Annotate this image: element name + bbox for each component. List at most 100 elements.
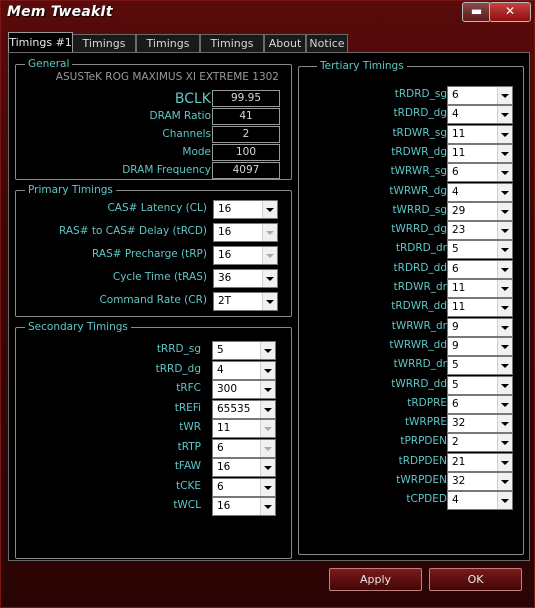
tab-timings-4[interactable]: Timings #4 — [200, 34, 264, 67]
chevron-down-icon[interactable] — [497, 87, 512, 104]
chevron-down-icon[interactable] — [262, 293, 277, 310]
tertiary-select-twrrd-dd[interactable]: 5 — [447, 375, 513, 395]
tertiary-label-twrrd-dg: tWRRD_dg — [391, 223, 447, 236]
channels-label: Channels — [162, 128, 211, 140]
chevron-down-icon[interactable] — [260, 440, 275, 457]
chevron-down-icon[interactable] — [497, 395, 512, 413]
chevron-down-icon[interactable] — [260, 342, 275, 359]
tertiary-select-trdrd-dd[interactable]: 6 — [447, 259, 513, 279]
chevron-down-icon[interactable] — [497, 222, 512, 240]
apply-button[interactable]: Apply — [329, 568, 422, 591]
tertiary-timings-title: Tertiary Timings — [317, 59, 407, 73]
trrd-dg-select[interactable]: 4 — [212, 361, 276, 380]
tab-timings-3[interactable]: Timings #3 — [136, 34, 200, 67]
chevron-down-icon[interactable] — [497, 280, 512, 297]
trtp-select[interactable]: 6 — [212, 439, 276, 458]
tertiary-select-trdpden[interactable]: 21 — [447, 452, 513, 472]
tertiary-select-trdrd-dr[interactable]: 5 — [447, 240, 513, 260]
tcke-select[interactable]: 6 — [212, 478, 276, 497]
chevron-down-icon[interactable] — [497, 183, 512, 201]
tras-select[interactable]: 36 — [213, 269, 278, 288]
tertiary-select-twrwr-dr[interactable]: 9 — [447, 317, 513, 337]
tertiary-select-tcpded[interactable]: 4 — [447, 491, 513, 511]
tertiary-select-trdwr-dg[interactable]: 11 — [447, 143, 513, 163]
chevron-down-icon[interactable] — [497, 492, 512, 510]
tertiary-select-tprpden[interactable]: 2 — [447, 433, 513, 453]
chevron-down-icon[interactable] — [497, 473, 512, 490]
trrd-sg-select[interactable]: 5 — [212, 341, 276, 360]
tertiary-select-trdwr-dd[interactable]: 11 — [447, 298, 513, 318]
tertiary-label-twrpden: tWRPDEN — [396, 474, 447, 486]
chevron-down-icon[interactable] — [262, 224, 277, 241]
chevron-down-icon[interactable] — [497, 415, 512, 433]
chevron-down-icon[interactable] — [260, 362, 275, 379]
tertiary-select-twrrd-sg[interactable]: 29 — [447, 201, 513, 221]
chevron-down-icon[interactable] — [497, 144, 512, 162]
tab-timings-2[interactable]: Timings #2 — [72, 34, 136, 67]
tfaw-select[interactable]: 16 — [212, 458, 276, 477]
chevron-down-icon[interactable] — [260, 401, 275, 418]
window-title: Mem TweakIt — [7, 4, 113, 20]
tertiary-select-twrwr-sg[interactable]: 6 — [447, 163, 513, 183]
chevron-down-icon[interactable] — [497, 202, 512, 220]
tertiary-label-trdrd-dg: tRDRD_dg — [393, 107, 447, 120]
trcd-select[interactable]: 16 — [213, 223, 278, 242]
tab-notice[interactable]: Notice — [306, 34, 348, 52]
cas-latency-select[interactable]: 16 — [213, 200, 278, 219]
chevron-down-icon[interactable] — [497, 453, 512, 471]
dram-ratio-value: 41 — [212, 108, 280, 125]
twr-select[interactable]: 11 — [212, 419, 276, 438]
trefi-select[interactable]: 65535 — [212, 400, 276, 419]
chevron-down-icon[interactable] — [262, 201, 277, 218]
tertiary-select-trdpre[interactable]: 6 — [447, 394, 513, 414]
tertiary-label-twrrd-sg: tWRRD_sg — [392, 203, 447, 216]
chevron-down-icon[interactable] — [497, 434, 512, 452]
tab-about[interactable]: About — [264, 34, 306, 52]
twcl-select[interactable]: 16 — [212, 497, 276, 516]
dram-frequency-label: DRAM Frequency — [122, 164, 211, 176]
chevron-down-icon[interactable] — [497, 125, 512, 143]
chevron-down-icon[interactable] — [497, 318, 512, 336]
tertiary-select-trdwr-dr[interactable]: 11 — [447, 279, 513, 298]
trcd-label: RAS# to CAS# Delay (tRCD) — [59, 225, 207, 237]
tertiary-select-twrrd-dg[interactable]: 23 — [447, 221, 513, 241]
tertiary-value: 23 — [452, 224, 466, 237]
chevron-down-icon[interactable] — [260, 459, 275, 476]
dram-ratio-label: DRAM Ratio — [149, 110, 212, 122]
chevron-down-icon[interactable] — [497, 299, 512, 317]
tertiary-select-twrrd-dr[interactable]: 5 — [447, 356, 513, 376]
chevron-down-icon[interactable] — [497, 376, 512, 394]
tertiary-value: 32 — [452, 475, 466, 487]
chevron-down-icon[interactable] — [497, 106, 512, 124]
command-rate-select[interactable]: 2T — [213, 292, 278, 311]
chevron-down-icon[interactable] — [497, 260, 512, 278]
tertiary-label-twrrd-dd: tWRRD_dd — [391, 377, 447, 390]
tertiary-select-twrwr-dg[interactable]: 4 — [447, 182, 513, 202]
chevron-down-icon[interactable] — [262, 270, 277, 287]
close-button[interactable]: ✕ — [489, 2, 531, 22]
chevron-down-icon[interactable] — [262, 247, 277, 264]
chevron-down-icon[interactable] — [260, 498, 275, 515]
minimize-button[interactable]: ▬ — [462, 2, 491, 22]
chevron-down-icon[interactable] — [260, 381, 275, 398]
chevron-down-icon[interactable] — [260, 479, 275, 496]
trfc-select[interactable]: 300 — [212, 380, 276, 399]
tertiary-select-twrwr-dd[interactable]: 9 — [447, 336, 513, 356]
tertiary-select-trdwr-sg[interactable]: 11 — [447, 124, 513, 144]
chevron-down-icon[interactable] — [497, 357, 512, 375]
title-bar[interactable]: Mem TweakIt ▬ ✕ — [0, 0, 535, 26]
tertiary-select-twrpre[interactable]: 32 — [447, 414, 513, 434]
tertiary-label-twrwr-sg: tWRWR_sg — [390, 165, 447, 178]
tertiary-select-trdrd-sg[interactable]: 6 — [447, 86, 513, 105]
trfc-label: tRFC — [176, 382, 201, 394]
chevron-down-icon[interactable] — [497, 337, 512, 355]
tertiary-value: 4 — [452, 185, 459, 198]
chevron-down-icon[interactable] — [497, 164, 512, 182]
tertiary-select-trdrd-dg[interactable]: 4 — [447, 105, 513, 125]
chevron-down-icon[interactable] — [497, 241, 512, 259]
ok-button[interactable]: OK — [429, 568, 522, 591]
tab-timings-1[interactable]: Timings #1 — [8, 32, 73, 52]
chevron-down-icon[interactable] — [260, 420, 275, 437]
trp-select[interactable]: 16 — [213, 246, 278, 265]
tertiary-select-twrpden[interactable]: 32 — [447, 472, 513, 491]
